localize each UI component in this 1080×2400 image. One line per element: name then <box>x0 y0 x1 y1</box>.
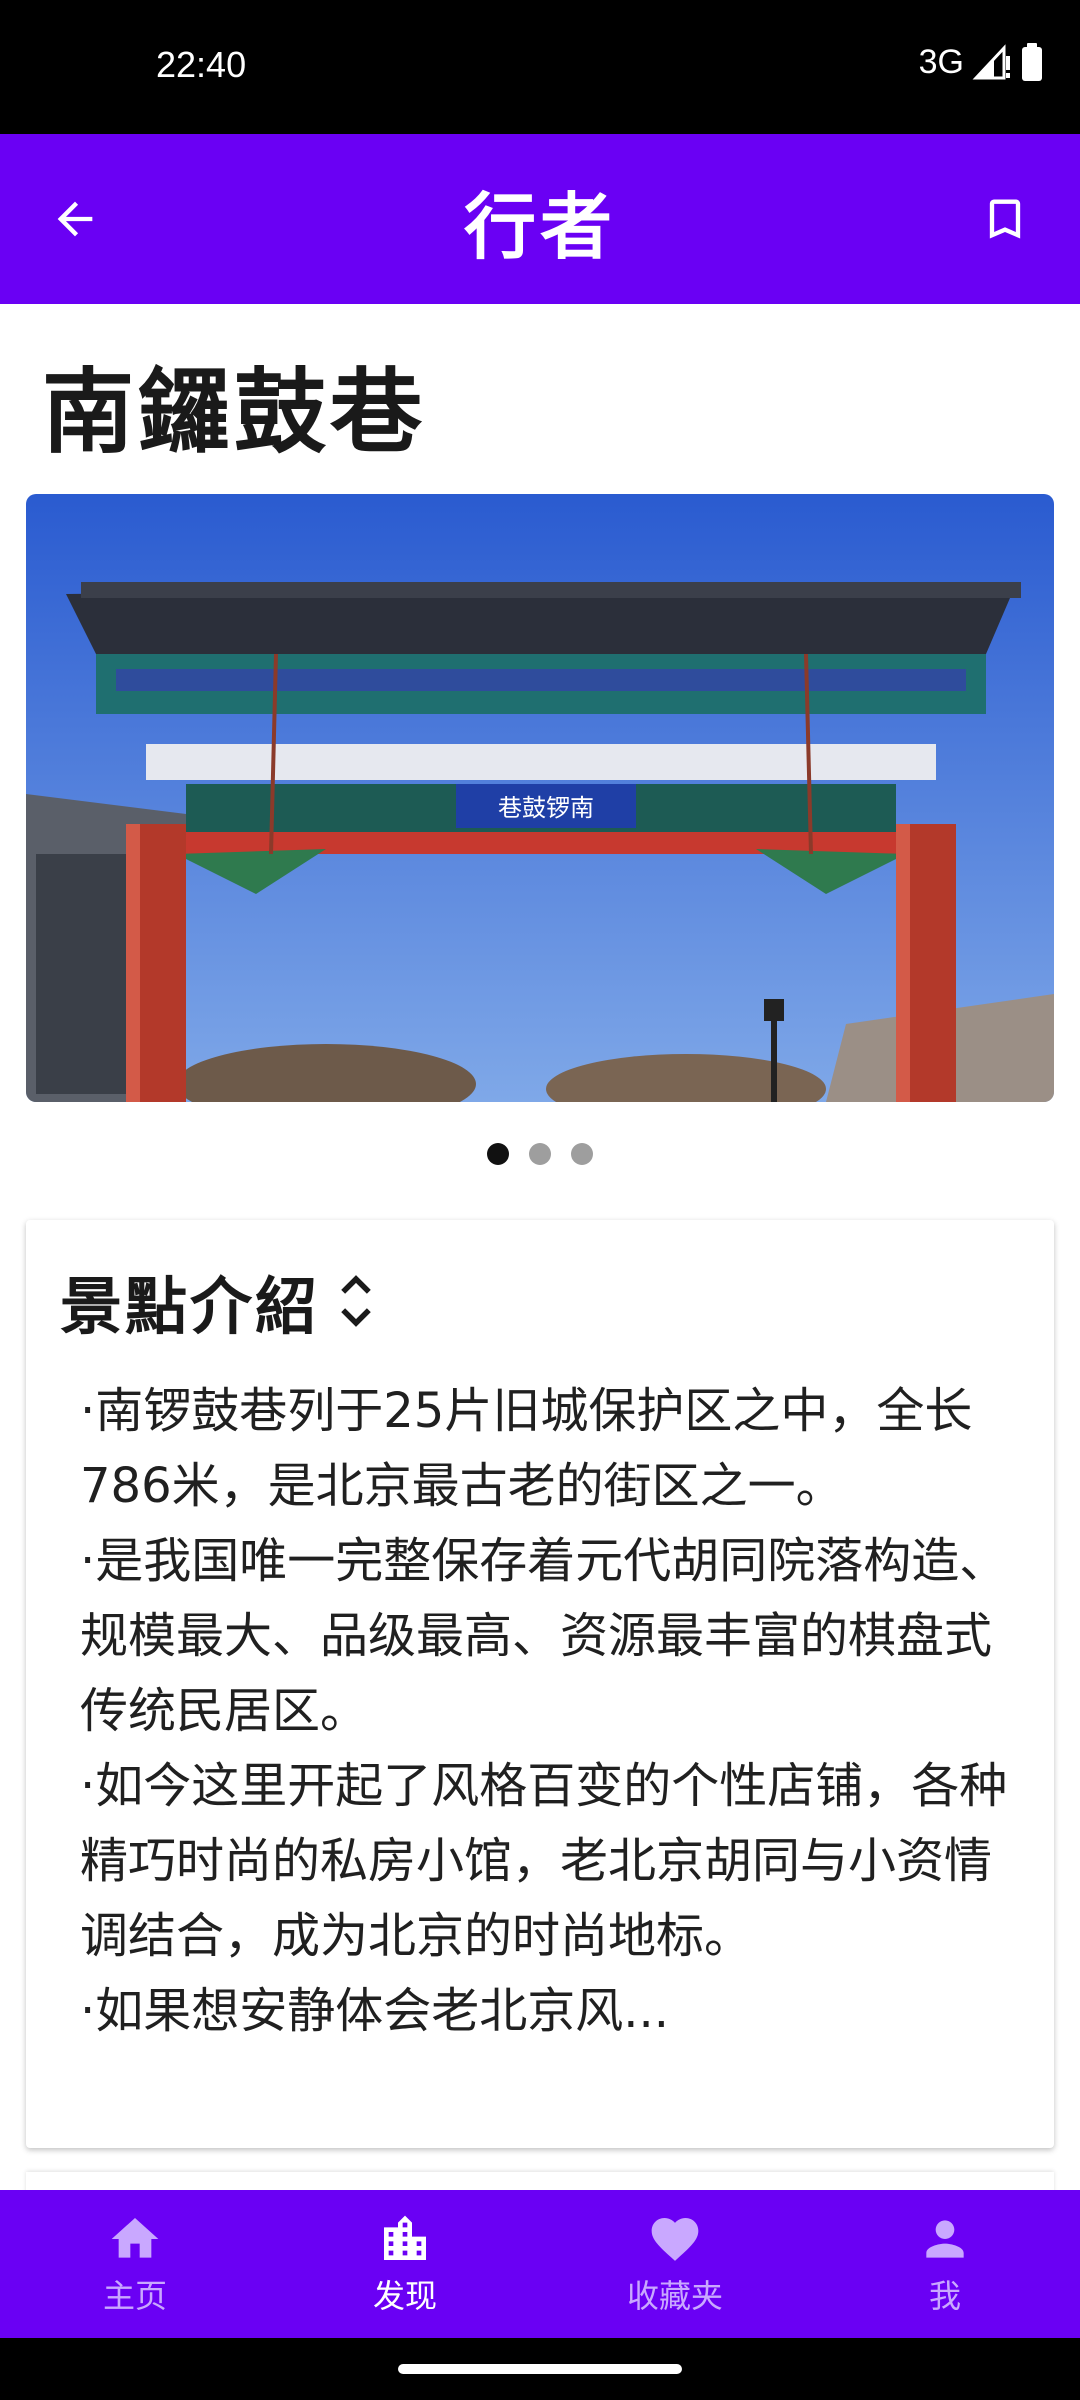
status-bar: 22:40 3G <box>0 0 1080 134</box>
bottom-nav: 主页 发现 收藏夹 我 <box>0 2190 1080 2338</box>
heart-icon <box>651 2218 699 2261</box>
nav-label: 我 <box>928 2277 961 2315</box>
intro-body: ·南锣鼓巷列于25片旧城保护区之中，全长786米，是北京最古老的街区之一。 ·是… <box>80 1374 1020 2049</box>
intro-card: 景點介紹 ·南锣鼓巷列于25片旧城保护区之中，全长786米，是北京最古老的街区之… <box>26 1220 1054 2148</box>
nav-item-favorites[interactable]: 收藏夹 <box>540 2190 810 2338</box>
app-bar: 行者 <box>0 134 1080 304</box>
nav-label: 主页 <box>102 2277 167 2315</box>
carousel-dot[interactable] <box>487 1143 509 1165</box>
intro-paragraph: ·如今这里开起了风格百变的个性店铺，各种精巧时尚的私房小馆，老北京胡同与小资情调… <box>80 1758 1008 1964</box>
status-time: 22:40 <box>156 44 247 85</box>
bookmark-button[interactable] <box>970 184 1040 254</box>
system-gesture-area <box>0 2338 1080 2400</box>
nav-label: 发现 <box>372 2277 437 2315</box>
nav-item-home[interactable]: 主页 <box>0 2190 270 2338</box>
city-icon <box>384 2215 426 2260</box>
unfold-icon[interactable] <box>334 1269 378 1333</box>
carousel-dot[interactable] <box>571 1143 593 1165</box>
battery-icon <box>1022 43 1042 81</box>
home-gesture-bar[interactable] <box>398 2364 682 2374</box>
app-title: 行者 <box>463 184 616 269</box>
intro-paragraph: ·南锣鼓巷列于25片旧城保护区之中，全长786米，是北京最古老的街区之一。 <box>80 1383 973 1514</box>
nav-label: 收藏夹 <box>626 2277 723 2315</box>
person-icon <box>926 2220 964 2258</box>
carousel-dot[interactable] <box>529 1143 551 1165</box>
intro-paragraph: ·是我国唯一完整保存着元代胡同院落构造、规模最大、品级最高、资源最丰富的棋盘式传… <box>80 1533 1008 1739</box>
intro-header[interactable]: 景點介紹 <box>60 1256 378 1346</box>
intro-title: 景點介紹 <box>60 1270 321 1343</box>
bookmark-icon <box>989 199 1021 239</box>
signal-icon <box>972 44 1010 80</box>
nav-item-me[interactable]: 我 <box>810 2190 1080 2338</box>
status-icons: 3G <box>919 42 1044 82</box>
gate-photo: 巷鼓锣南 <box>26 494 1054 1102</box>
photo-carousel[interactable]: 巷鼓锣南 <box>26 494 1054 1102</box>
gate-sign-text: 巷鼓锣南 <box>498 794 594 822</box>
intro-paragraph: ·如果想安静体会老北京风... <box>80 1983 670 2039</box>
home-icon <box>111 2218 159 2258</box>
carousel-indicator <box>0 1143 1080 1165</box>
place-title: 南鑼鼓巷 <box>42 358 427 466</box>
network-type: 3G <box>918 42 964 81</box>
nav-item-discover[interactable]: 发现 <box>270 2190 540 2338</box>
